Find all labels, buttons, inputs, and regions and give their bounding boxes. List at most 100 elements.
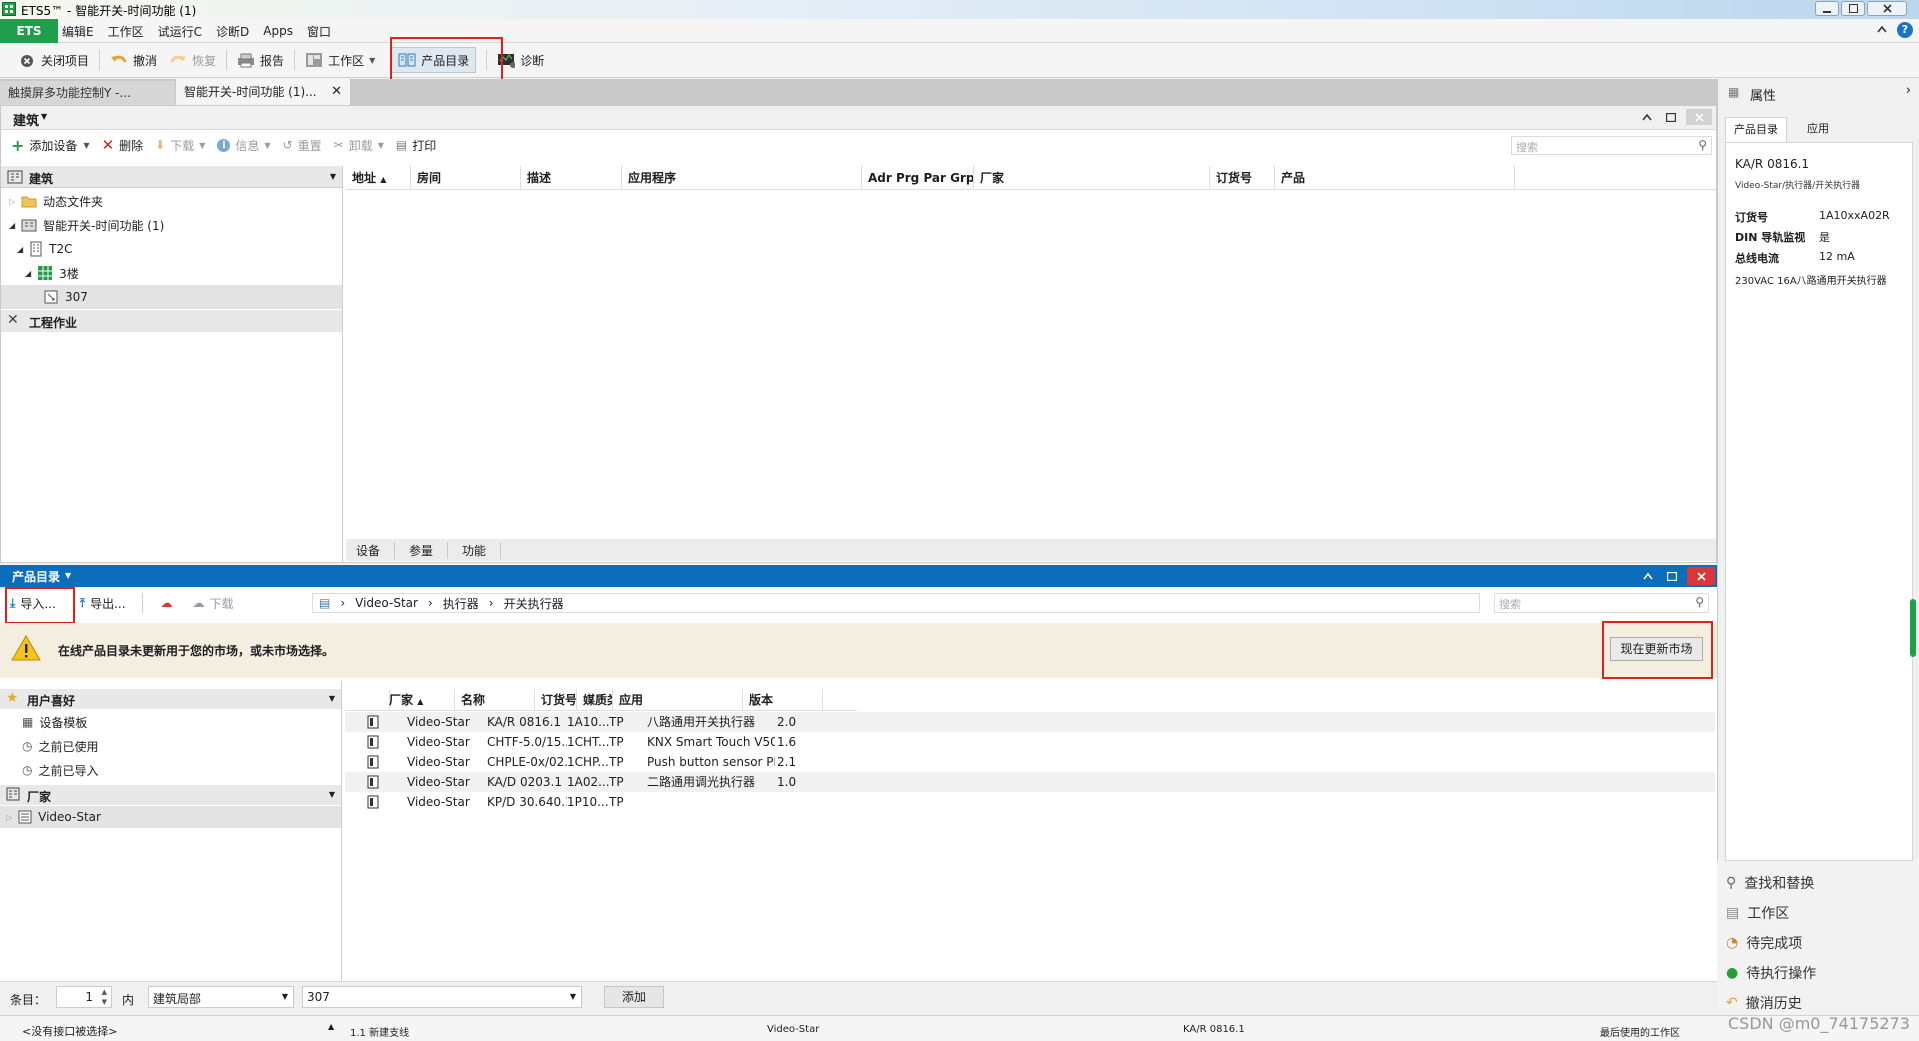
collapse-ribbon-icon[interactable]	[1877, 25, 1887, 33]
catalog-download-button[interactable]: ☁ 下载	[187, 590, 240, 616]
doc-tab-touchscreen[interactable]: 触摸屏多功能控制Y -...	[0, 81, 175, 105]
menu-commissioning[interactable]: 试运行C	[158, 23, 202, 40]
menu-diagnostics[interactable]: 诊断D	[216, 23, 249, 40]
unload-button[interactable]: ✂ 卸载 ▼	[328, 132, 390, 158]
count-stepper[interactable]: 1 ▲ ▼	[56, 986, 112, 1008]
pending-operations-link[interactable]: ● 待执行操作	[1726, 963, 1816, 983]
find-replace-link[interactable]: ⚲ 查找和替换	[1726, 873, 1814, 893]
column-header[interactable]: 地址 ▲	[346, 166, 411, 190]
favorite-device-templates[interactable]: ▦ 设备模板	[22, 711, 87, 733]
download-button[interactable]: ⬇ 下载 ▼	[149, 132, 211, 158]
favorite-previously-imported[interactable]: ◷ 之前已导入	[22, 759, 99, 781]
favorites-header[interactable]: ★ 用户喜好 ▼	[0, 689, 341, 709]
column-header[interactable]: 应用	[613, 689, 743, 711]
tree-header[interactable]: 建筑 ▼	[1, 166, 342, 188]
interface-expand-icon[interactable]: ▲	[328, 1022, 334, 1031]
reset-button[interactable]: ↺ 重置	[277, 132, 328, 158]
column-header[interactable]: 应用程序	[622, 166, 862, 190]
undo-button[interactable]: 撤消	[104, 47, 163, 73]
dropdown-arrow-icon[interactable]: ▼	[329, 790, 335, 799]
column-header[interactable]: 媒质类	[577, 689, 613, 711]
breadcrumb-item[interactable]: 执行器	[443, 595, 479, 612]
dropdown-arrow-icon[interactable]: ▼	[65, 571, 71, 580]
close-window-button[interactable]	[1867, 1, 1907, 16]
help-icon[interactable]: ?	[1897, 22, 1913, 38]
favorite-previously-used[interactable]: ◷ 之前已使用	[22, 735, 99, 757]
workspace-button[interactable]: 工作区 ▼	[299, 47, 381, 73]
close-project-button[interactable]: 关闭项目	[12, 47, 95, 73]
tree-item-project[interactable]: ◢ 智能开关-时间功能 (1)	[9, 214, 164, 236]
maximize-panel-icon[interactable]	[1662, 109, 1680, 125]
interface-status[interactable]: <没有接口被选择>	[22, 1023, 117, 1039]
workspace-link[interactable]: ▤ 工作区	[1726, 903, 1789, 923]
catalog-search-input[interactable]: 搜索 ⚲	[1494, 593, 1709, 613]
location-select[interactable]: 307 ▼	[302, 986, 582, 1008]
close-tab-icon[interactable]: ✕	[331, 79, 342, 105]
maximize-panel-icon[interactable]	[1663, 568, 1681, 584]
menu-edit[interactable]: 编辑E	[62, 23, 94, 40]
print-button[interactable]: ▤ 打印	[390, 132, 442, 158]
export-button[interactable]: ⤒ 导出...	[74, 590, 132, 616]
location-type-select[interactable]: 建筑局部 ▼	[148, 986, 294, 1008]
tree-item-dynamic-folders[interactable]: ▷ 动态文件夹	[9, 190, 103, 212]
close-panel-icon[interactable]	[1686, 109, 1712, 125]
breadcrumb-item[interactable]: 开关执行器	[504, 595, 564, 612]
tree-item-t2c[interactable]: ◢ T2C	[17, 238, 73, 260]
delete-button[interactable]: ✕ 删除	[96, 132, 150, 158]
manufacturers-header[interactable]: 厂家 ▼	[0, 785, 341, 805]
breadcrumb-item[interactable]: Video-Star	[355, 596, 418, 610]
column-header[interactable]: 描述	[521, 166, 622, 190]
stepper-arrows-icon[interactable]: ▲ ▼	[102, 987, 107, 1007]
tab-devices[interactable]: 设备	[354, 541, 396, 559]
properties-tab-catalog[interactable]: 产品目录	[1725, 117, 1787, 143]
chevron-right-icon[interactable]: ›	[1906, 83, 1911, 98]
redo-button[interactable]: 恢复	[163, 47, 222, 73]
dropdown-arrow-icon[interactable]: ▼	[330, 172, 336, 181]
collapse-arrow-icon[interactable]: ◢	[25, 269, 31, 278]
menu-apps[interactable]: Apps	[263, 24, 293, 38]
expand-arrow-icon[interactable]: ▷	[6, 813, 12, 822]
maximize-button[interactable]	[1841, 1, 1865, 16]
column-header[interactable]: 订货号	[1210, 166, 1275, 190]
column-header[interactable]: 名称	[455, 689, 535, 711]
properties-scrollbar-thumb[interactable]	[1910, 599, 1916, 657]
column-header[interactable]: 房间	[411, 166, 521, 190]
tab-functions[interactable]: 功能	[452, 541, 502, 559]
collapse-panel-icon[interactable]	[1639, 568, 1657, 584]
offline-icon-button[interactable]: ☁	[155, 590, 179, 616]
column-header[interactable]: 订货号	[535, 689, 577, 711]
tree-item-room-307[interactable]: 307	[43, 286, 88, 308]
manufacturer-video-star[interactable]: ▷ Video-Star	[6, 806, 101, 828]
report-button[interactable]: 报告	[231, 47, 290, 73]
dropdown-arrow-icon[interactable]: ▼	[41, 112, 47, 121]
add-button[interactable]: 添加	[604, 986, 664, 1008]
tab-parameters[interactable]: 参量	[399, 541, 449, 559]
doc-tab-smart-switch[interactable]: 智能开关-时间功能 (1)... ✕	[176, 79, 350, 105]
collapse-panel-icon[interactable]	[1638, 109, 1656, 125]
dropdown-arrow-icon[interactable]: ▼	[83, 141, 89, 150]
add-device-button[interactable]: + 添加设备	[5, 132, 83, 158]
building-search-input[interactable]: 搜索 ⚲	[1511, 136, 1712, 155]
properties-tab-application[interactable]: 应用	[1793, 117, 1843, 143]
todo-link[interactable]: ◔ 待完成项	[1726, 933, 1802, 953]
collapse-arrow-icon[interactable]: ◢	[9, 221, 15, 230]
catalog-panel-title[interactable]: 产品目录	[12, 568, 60, 585]
menu-window[interactable]: 窗口	[307, 23, 331, 40]
ets-logo-menu[interactable]: ETS	[0, 19, 58, 43]
tree-footer-bar[interactable]: ✕ 工程作业	[1, 310, 342, 332]
info-button[interactable]: i 信息 ▼	[211, 132, 276, 158]
column-header[interactable]: 厂家	[974, 166, 1210, 190]
minimize-button[interactable]	[1815, 1, 1839, 16]
column-header[interactable]: 版本	[743, 689, 823, 711]
close-panel-icon[interactable]	[1687, 567, 1715, 585]
collapse-arrow-icon[interactable]: ◢	[17, 245, 23, 254]
menu-workspace[interactable]: 工作区	[108, 23, 144, 40]
building-panel-title[interactable]: 建筑	[13, 110, 39, 129]
undo-history-link[interactable]: ↶ 撤消历史	[1726, 993, 1802, 1013]
dropdown-arrow-icon[interactable]: ▼	[329, 694, 335, 703]
column-header[interactable]: 产品	[1275, 166, 1515, 190]
tree-item-floor-3[interactable]: ◢ 3楼	[25, 262, 79, 284]
column-header[interactable]: Adr Prg Par Grp Cfg	[862, 166, 974, 190]
expand-arrow-icon[interactable]: ▷	[9, 197, 15, 206]
column-header[interactable]: 厂家 ▲	[383, 689, 455, 711]
